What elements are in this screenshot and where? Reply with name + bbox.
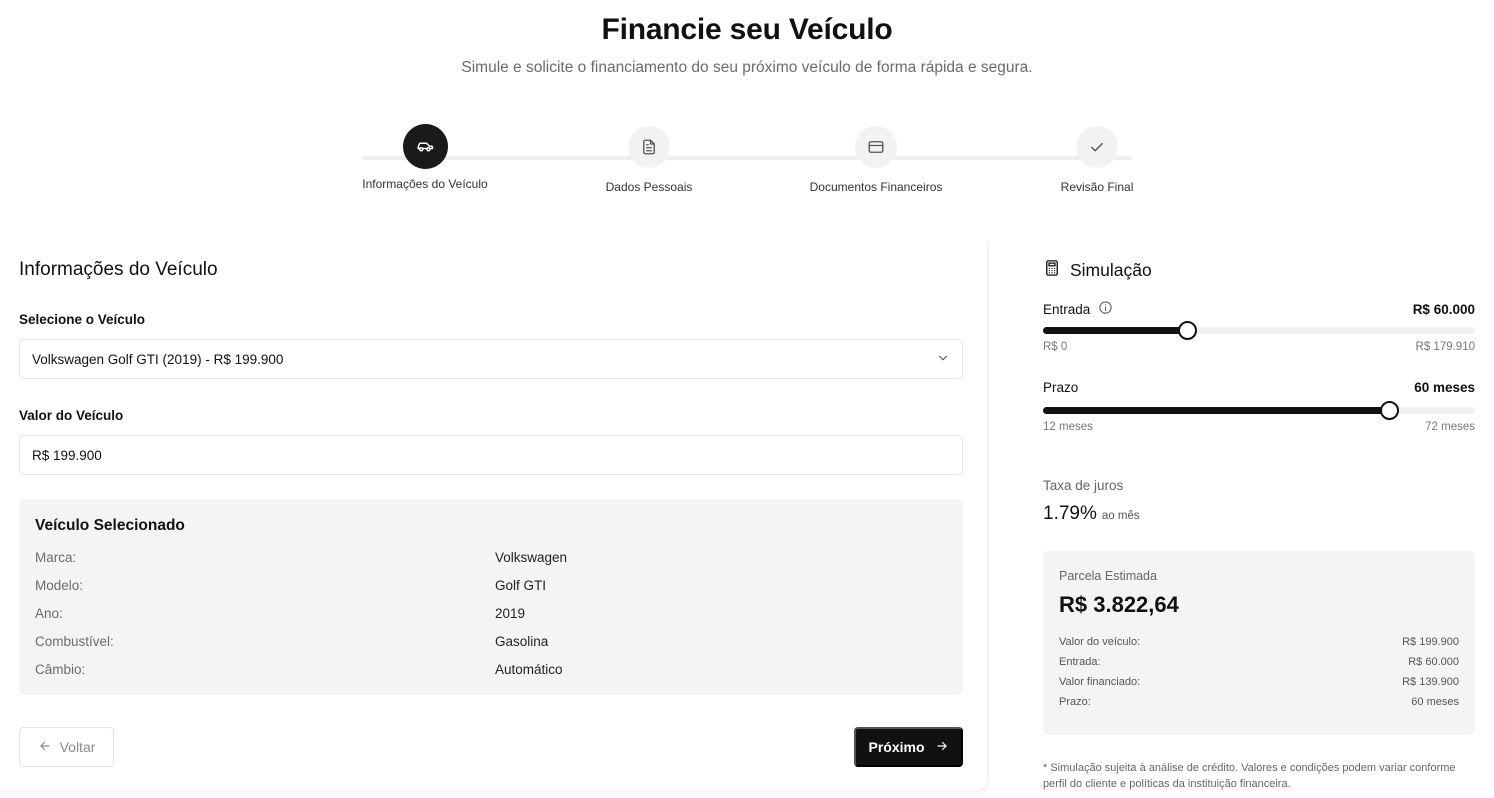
entrada-min: R$ 0 (1043, 341, 1068, 353)
vehicle-select-label: Selecione o Veículo (19, 312, 146, 327)
entrada-label: Entrada (1043, 301, 1091, 317)
summary-value: R$ 139.900 (1402, 676, 1459, 688)
summary-value: R$ 60.000 (1408, 656, 1459, 668)
vehicle-select[interactable]: Volkswagen Golf GTI (2019) - R$ 199.900 (19, 339, 963, 379)
calculator-icon (1043, 259, 1061, 282)
installment-value: R$ 3.822,64 (1059, 592, 1179, 617)
entrada-slider-header: Entrada R$ 60.000 (1043, 300, 1475, 318)
page-header: Financie seu Veículo Simule e solicite o… (0, 10, 1494, 78)
summary-row: Prazo: 60 meses (1059, 692, 1459, 712)
entrada-slider-thumb[interactable] (1178, 321, 1198, 340)
detail-value: Volkswagen (495, 549, 568, 565)
back-button[interactable]: Voltar (19, 727, 114, 767)
step-financial-documents[interactable]: Documentos Financeiros (809, 124, 943, 194)
entrada-slider[interactable] (1043, 321, 1475, 340)
next-button[interactable]: Próximo (854, 727, 963, 767)
page-subtitle: Simule e solicite o financiamento do seu… (461, 59, 1033, 76)
vehicle-detail-row: Marca: Volkswagen (35, 543, 947, 571)
vehicle-detail-row: Câmbio: Automático (35, 655, 947, 683)
summary-key: Valor do veículo: (1059, 636, 1141, 648)
simulation-title: Simulação (1070, 260, 1152, 280)
vehicle-detail-row: Combustível: Gasolina (35, 627, 947, 655)
installment-card: Parcela Estimada R$ 3.822,64 Valor do ve… (1043, 551, 1475, 735)
step-vehicle-info[interactable]: Informações do Veículo (362, 124, 488, 191)
summary-key: Prazo: (1059, 696, 1091, 708)
entrada-max: R$ 179.910 (1415, 341, 1475, 353)
summary-value: 60 meses (1411, 696, 1459, 708)
vehicle-value-text: R$ 199.900 (32, 447, 102, 463)
installment-summary: Valor do veículo: R$ 199.900 Entrada: R$… (1059, 632, 1459, 712)
document-icon (628, 126, 670, 168)
summary-row: Valor financiado: R$ 139.900 (1059, 672, 1459, 692)
back-button-label: Voltar (59, 739, 96, 755)
step-label: Informações do Veículo (362, 177, 488, 191)
progress-stepper: Informações do Veículo Dados Pessoais Do… (362, 124, 1134, 194)
summary-row: Entrada: R$ 60.000 (1059, 652, 1459, 672)
vehicle-select-value: Volkswagen Golf GTI (2019) - R$ 199.900 (32, 351, 284, 367)
prazo-max: 72 meses (1425, 421, 1475, 433)
credit-card-icon (855, 126, 897, 168)
check-icon (1076, 126, 1118, 168)
info-icon[interactable] (1098, 300, 1113, 318)
step-label: Dados Pessoais (605, 180, 693, 194)
detail-value: Gasolina (495, 633, 549, 649)
vehicle-detail-row: Modelo: Golf GTI (35, 571, 947, 599)
interest-rate-number: 1.79% (1043, 503, 1097, 524)
step-label: Revisão Final (1060, 180, 1134, 194)
prazo-value: 60 meses (1414, 380, 1475, 395)
prazo-slider-thumb[interactable] (1379, 401, 1399, 420)
summary-key: Valor financiado: (1059, 676, 1141, 688)
vehicle-value-input[interactable]: R$ 199.900 (19, 435, 963, 475)
prazo-slider-header: Prazo 60 meses (1043, 380, 1475, 395)
entrada-range-labels: R$ 0 R$ 179.910 (1043, 341, 1475, 353)
detail-key: Câmbio: (35, 661, 86, 677)
chevron-down-icon (936, 351, 950, 368)
detail-value: 2019 (495, 605, 526, 621)
step-final-review[interactable]: Revisão Final (1060, 124, 1134, 194)
form-title: Informações do Veículo (19, 259, 218, 280)
detail-key: Combustível: (35, 633, 114, 649)
page-title: Financie seu Veículo (601, 13, 893, 46)
detail-value: Golf GTI (495, 577, 547, 593)
prazo-range-labels: 12 meses 72 meses (1043, 421, 1475, 433)
summary-row: Valor do veículo: R$ 199.900 (1059, 632, 1459, 652)
disclaimer-text: * Simulação sujeita à análise de crédito… (1043, 762, 1456, 790)
arrow-left-icon (38, 739, 52, 756)
step-label: Documentos Financeiros (809, 180, 943, 194)
interest-rate-label: Taxa de juros (1043, 478, 1124, 493)
summary-value: R$ 199.900 (1402, 636, 1459, 648)
interest-rate-value: 1.79% ao mês (1043, 503, 1140, 525)
entrada-value: R$ 60.000 (1412, 301, 1475, 317)
entrada-slider-fill (1043, 327, 1188, 334)
prazo-slider-fill (1043, 407, 1389, 414)
detail-value: Automático (495, 661, 563, 677)
step-personal-data[interactable]: Dados Pessoais (605, 124, 693, 194)
prazo-slider[interactable] (1043, 401, 1475, 420)
summary-key: Entrada: (1059, 656, 1101, 668)
interest-rate-unit: ao mês (1101, 510, 1140, 522)
vehicle-value-label: Valor do Veículo (19, 408, 124, 423)
arrow-right-icon (935, 739, 949, 756)
entrada-label-group: Entrada (1043, 300, 1113, 318)
installment-label: Parcela Estimada (1059, 569, 1157, 583)
prazo-label: Prazo (1043, 380, 1079, 395)
detail-key: Marca: (35, 549, 77, 565)
prazo-min: 12 meses (1043, 421, 1093, 433)
next-button-label: Próximo (868, 739, 925, 755)
car-icon (402, 124, 448, 169)
selected-vehicle-title: Veículo Selecionado (35, 517, 185, 534)
detail-key: Modelo: (35, 577, 84, 593)
detail-key: Ano: (35, 605, 63, 621)
simulation-header: Simulação (1043, 259, 1152, 282)
vehicle-detail-row: Ano: 2019 (35, 599, 947, 627)
selected-vehicle-card: Veículo Selecionado Marca: Volkswagen Mo… (19, 499, 963, 695)
